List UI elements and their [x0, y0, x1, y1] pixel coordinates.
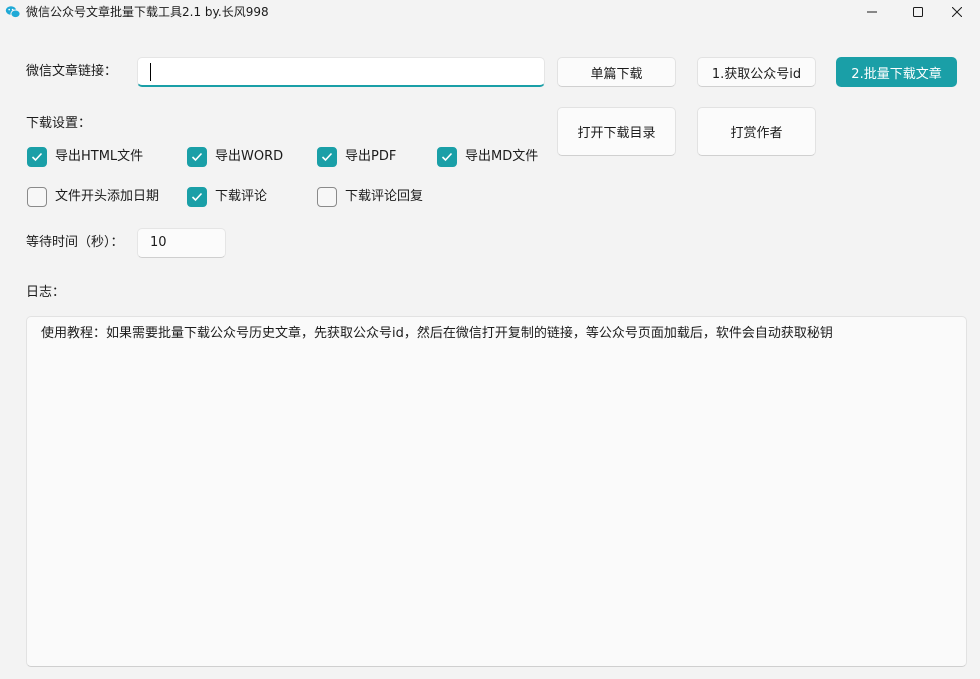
close-icon: [952, 7, 962, 17]
maximize-icon: [913, 7, 923, 17]
checkbox-checked-icon: [437, 147, 457, 167]
close-button[interactable]: [934, 0, 980, 24]
minimize-icon: [867, 11, 877, 13]
download-comment-replies-checkbox[interactable]: 下载评论回复: [317, 187, 423, 207]
checkbox-unchecked-icon: [27, 187, 47, 207]
checkbox-unchecked-icon: [317, 187, 337, 207]
open-download-dir-button[interactable]: 打开下载目录: [557, 107, 676, 156]
article-url-input[interactable]: [137, 57, 545, 87]
wechat-icon: [5, 4, 21, 20]
tip-author-button[interactable]: 打赏作者: [697, 107, 816, 156]
settings-label: 下载设置：: [26, 116, 92, 131]
checkbox-checked-icon: [27, 147, 47, 167]
log-textarea[interactable]: 使用教程：如果需要批量下载公众号历史文章，先获取公众号id，然后在微信打开复制的…: [26, 316, 967, 667]
export-pdf-checkbox[interactable]: 导出PDF: [317, 147, 396, 167]
export-html-checkbox[interactable]: 导出HTML文件: [27, 147, 143, 167]
log-label: 日志：: [26, 285, 66, 300]
checkbox-checked-icon: [317, 147, 337, 167]
download-comments-checkbox[interactable]: 下载评论: [187, 187, 267, 207]
checkbox-checked-icon: [187, 147, 207, 167]
single-download-button[interactable]: 单篇下载: [557, 57, 676, 87]
wait-time-input[interactable]: 10: [137, 228, 226, 258]
text-caret: [150, 63, 151, 81]
checkbox-checked-icon: [187, 187, 207, 207]
get-account-id-button[interactable]: 1.获取公众号id: [697, 57, 816, 87]
wait-time-label: 等待时间（秒）：: [26, 235, 124, 250]
title-bar: 微信公众号文章批量下载工具2.1 by.长风998: [0, 0, 980, 24]
log-text: 使用教程：如果需要批量下载公众号历史文章，先获取公众号id，然后在微信打开复制的…: [41, 326, 833, 341]
url-label: 微信文章链接：: [26, 64, 118, 79]
window-title: 微信公众号文章批量下载工具2.1 by.长风998: [26, 5, 269, 19]
export-md-checkbox[interactable]: 导出MD文件: [437, 147, 538, 167]
export-word-checkbox[interactable]: 导出WORD: [187, 147, 283, 167]
add-date-prefix-checkbox[interactable]: 文件开头添加日期: [27, 187, 159, 207]
minimize-button[interactable]: [849, 0, 895, 24]
batch-download-button[interactable]: 2.批量下载文章: [836, 57, 957, 87]
